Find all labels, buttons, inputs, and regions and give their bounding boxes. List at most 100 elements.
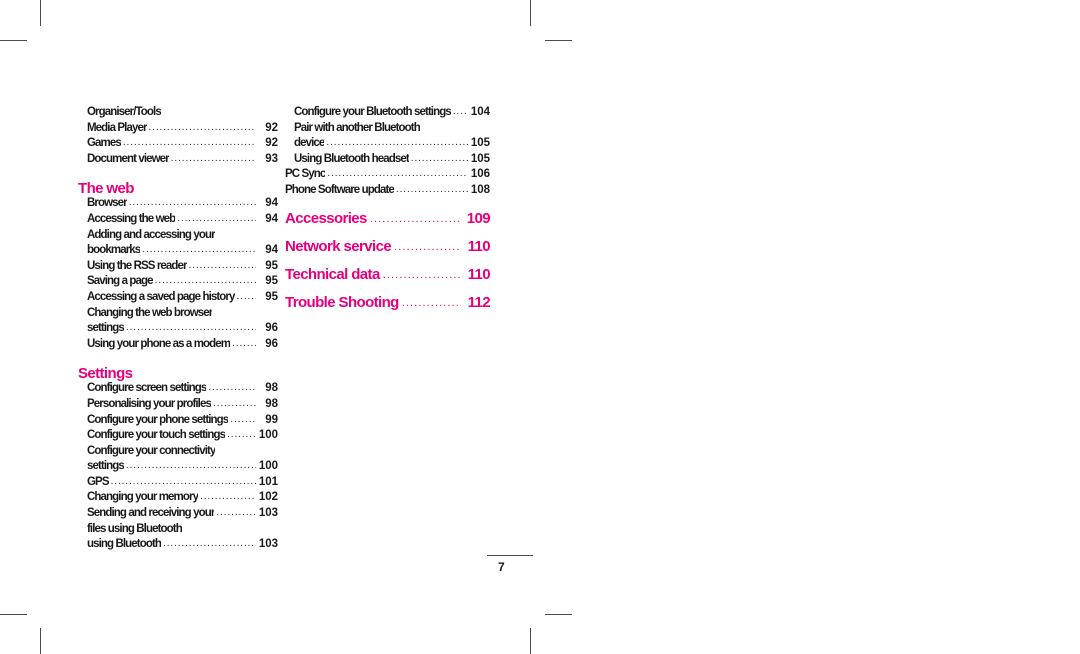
toc-entry[interactable]: Media Player............................… <box>78 121 278 137</box>
toc-entry[interactable]: bookmarks...............................… <box>78 243 278 259</box>
toc-entry-page: 106 <box>470 168 490 181</box>
toc-entry[interactable]: Configure screen settings...............… <box>78 381 278 397</box>
toc-leader-dots: ........................................… <box>401 296 461 309</box>
toc-section-heading[interactable]: Settings <box>78 366 278 381</box>
toc-entry-label: Using the RSS reader <box>87 259 187 272</box>
toc-entry-label: Changing your memory <box>87 491 199 504</box>
toc-entry-page: 105 <box>470 152 490 165</box>
toc-entry-page: 93 <box>265 152 278 165</box>
crop-mark-bottom-left-horizontal <box>0 614 27 615</box>
toc-leader-dots: ........................................… <box>125 460 256 472</box>
toc-entry[interactable]: Browser.................................… <box>78 196 278 212</box>
page-number: 7 <box>498 560 505 574</box>
toc-entry[interactable]: Pair with another Bluetooth.............… <box>285 121 490 137</box>
toc-entry[interactable]: Configure your connectivity.............… <box>78 444 278 460</box>
toc-entry-label: Browser <box>87 197 127 210</box>
toc-entry[interactable]: PC Sync.................................… <box>285 167 490 183</box>
toc-entry-label: Accessing the web <box>87 212 176 225</box>
toc-leader-dots: ........................................… <box>212 397 256 409</box>
toc-entry-page: 104 <box>470 106 490 118</box>
toc-entry-page: 108 <box>470 183 490 196</box>
toc-entry-label: GPS <box>87 475 109 488</box>
toc-section-heading-page: 110 <box>467 265 491 283</box>
toc-section-heading-entry[interactable]: Technical data..........................… <box>285 265 491 283</box>
toc-entry-label: Configure your Bluetooth settings <box>294 106 451 118</box>
toc-entry[interactable]: Using Bluetooth headset.................… <box>285 152 490 168</box>
toc-leader-dots: ........................................… <box>452 106 468 117</box>
toc-entry-label: settings <box>87 460 124 473</box>
toc-entry[interactable]: Using your phone as a modem.............… <box>78 337 278 353</box>
crop-mark-bottom-right-vertical <box>530 628 531 654</box>
toc-leader-dots: ........................................… <box>394 240 461 253</box>
toc-entry[interactable]: Using the RSS reader....................… <box>78 259 278 275</box>
toc-entry-page: 105 <box>470 137 490 150</box>
toc-leader-dots: ........................................… <box>208 382 256 394</box>
toc-entry-page: 98 <box>265 382 278 395</box>
toc-entry-label: Configure screen settings <box>87 382 207 395</box>
toc-entry[interactable]: Configure your Bluetooth settings.......… <box>285 105 490 121</box>
toc-section-heading-entry[interactable]: Network service.........................… <box>285 237 491 255</box>
crop-mark-top-right-horizontal <box>545 40 572 41</box>
toc-leader-dots: ........................................… <box>110 475 256 487</box>
toc-entry-page: 94 <box>265 212 278 225</box>
toc-entry-page: 96 <box>265 337 278 350</box>
crop-mark-bottom-right-horizontal <box>545 614 572 615</box>
toc-leader-dots: ........................................… <box>382 268 461 281</box>
toc-entry[interactable]: Accessing a saved page history..........… <box>78 290 278 306</box>
toc-leader-dots: ........................................… <box>128 197 256 209</box>
toc-entry[interactable]: Games...................................… <box>78 136 278 152</box>
toc-entry-label: Using Bluetooth headset <box>294 152 409 165</box>
toc-entry-page: 103 <box>258 538 278 551</box>
toc-entry[interactable]: Document viewer.........................… <box>78 152 278 168</box>
toc-leader-dots: ........................................… <box>232 337 256 349</box>
toc-section-heading-entry[interactable]: Trouble Shooting........................… <box>285 293 491 311</box>
toc-entry[interactable]: Organiser/Tools.........................… <box>78 105 278 121</box>
toc-entry[interactable]: files using Bluetooth...................… <box>78 522 278 538</box>
toc-section-heading-page: 112 <box>467 293 491 311</box>
toc-entry[interactable]: settings................................… <box>78 321 278 337</box>
toc-entry-label: settings <box>87 322 124 335</box>
toc-section-heading-label: Trouble Shooting <box>285 293 399 311</box>
toc-entry-label: Using your phone as a modem <box>87 337 231 350</box>
crop-mark-top-left-horizontal <box>0 40 27 41</box>
toc-entry-page: 96 <box>265 322 278 335</box>
toc-entry-page: 102 <box>258 491 278 504</box>
toc-leader-dots: ........................................… <box>230 413 256 425</box>
toc-entry[interactable]: device..................................… <box>285 136 490 152</box>
toc-entry[interactable]: Configure your phone settings...........… <box>78 413 278 429</box>
toc-entry[interactable]: Sending and receiving your..............… <box>78 506 278 522</box>
toc-entry-label: Media Player <box>87 121 147 134</box>
toc-entry[interactable]: Phone Software update...................… <box>285 183 490 199</box>
toc-entry-label: Saving a page <box>87 275 153 288</box>
toc-entry-label: Adding and accessing your <box>87 228 215 241</box>
toc-entry-label: PC Sync <box>285 168 326 181</box>
toc-leader-dots: ........................................… <box>216 507 256 519</box>
toc-entry[interactable]: Personalising your profiles.............… <box>78 397 278 413</box>
toc-leader-dots: ........................................… <box>200 491 256 503</box>
toc-entry[interactable]: GPS.....................................… <box>78 475 278 491</box>
toc-entry-label: Games <box>87 137 121 150</box>
toc-entry[interactable]: Changing the web browser................… <box>78 306 278 322</box>
toc-entry-page: 100 <box>258 429 278 442</box>
toc-entry[interactable]: Adding and accessing your...............… <box>78 228 278 244</box>
toc-entry[interactable]: Changing your memory....................… <box>78 490 278 506</box>
toc-leader-dots: ........................................… <box>236 290 257 302</box>
toc-column-right: Configure your Bluetooth settings.......… <box>285 105 491 311</box>
toc-entry[interactable]: Saving a page...........................… <box>78 274 278 290</box>
toc-leader-dots: ........................................… <box>326 137 468 149</box>
toc-section-heading-label: Network service <box>285 237 392 255</box>
page-sheet: Organiser/Tools.........................… <box>40 40 533 614</box>
toc-entry[interactable]: settings................................… <box>78 459 278 475</box>
toc-section-heading[interactable]: The web <box>78 181 278 196</box>
toc-leader-dots: ........................................… <box>395 183 468 195</box>
toc-entry[interactable]: Configure your touch settings...........… <box>78 428 278 444</box>
toc-entry-page: 92 <box>265 121 278 134</box>
toc-column-left: Organiser/Tools.........................… <box>78 105 278 553</box>
toc-leader-dots: ........................................… <box>122 137 256 149</box>
toc-entry[interactable]: using Bluetooth.........................… <box>78 537 278 553</box>
toc-entry-label: Configure your phone settings <box>87 413 229 426</box>
toc-entry[interactable]: Accessing the web.......................… <box>78 212 278 228</box>
toc-section-heading-entry[interactable]: Accessories.............................… <box>285 210 491 227</box>
toc-leader-dots: ........................................… <box>154 275 256 287</box>
toc-entry-label: Sending and receiving your <box>87 507 215 520</box>
